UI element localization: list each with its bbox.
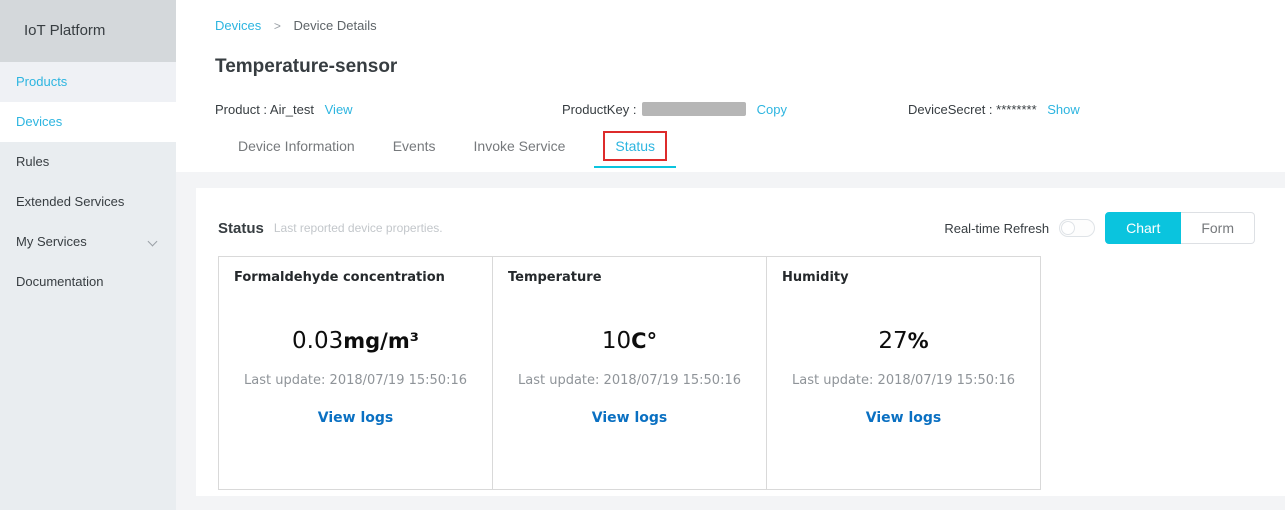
page-title: Temperature-sensor <box>215 56 398 77</box>
card-value: 10C° <box>493 327 766 355</box>
toggle-knob-icon <box>1061 221 1076 235</box>
last-update-time: 2018/07/19 15:50:16 <box>877 373 1015 388</box>
app-window: IoT Platform Products Devices Rules Exte… <box>0 0 1285 510</box>
form-view-button[interactable]: Form <box>1181 212 1255 244</box>
breadcrumb-separator: > <box>273 19 281 33</box>
property-card-formaldehyde: Formaldehyde concentration 0.03mg/m³ Las… <box>218 256 493 490</box>
last-update-label: Last update: <box>518 373 600 388</box>
status-heading: Status <box>218 219 264 237</box>
status-panel: Status Last reported device properties. … <box>196 188 1285 496</box>
value-unit: % <box>907 329 929 353</box>
property-card-temperature: Temperature 10C° Last update: 2018/07/19… <box>492 256 767 490</box>
sidebar-item-label: Devices <box>16 114 63 129</box>
view-logs-link[interactable]: View logs <box>493 410 766 426</box>
product-label: Product : <box>215 102 270 117</box>
sidebar-item-label: Extended Services <box>16 194 125 209</box>
productkey-redacted-value <box>642 102 747 116</box>
sidebar-nav: Products Devices Rules Extended Services… <box>0 62 176 302</box>
sidebar: IoT Platform Products Devices Rules Exte… <box>0 0 176 510</box>
productkey-meta: ProductKey : Copy <box>562 102 787 117</box>
view-logs-link[interactable]: View logs <box>219 410 492 426</box>
sidebar-item-extended-services[interactable]: Extended Services <box>0 182 176 222</box>
view-switcher: Chart Form <box>1105 212 1255 244</box>
breadcrumb: Devices > Device Details <box>215 18 377 33</box>
devicesecret-label: DeviceSecret : <box>908 102 997 117</box>
sidebar-item-label: Rules <box>16 154 50 169</box>
chart-view-button[interactable]: Chart <box>1105 212 1182 244</box>
last-update-time: 2018/07/19 15:50:16 <box>603 373 741 388</box>
sidebar-item-label: My Services <box>16 234 87 249</box>
show-devicesecret-link[interactable]: Show <box>1047 102 1080 117</box>
card-title: Temperature <box>508 270 602 285</box>
value-unit: C° <box>631 329 658 353</box>
panel-controls: Real-time Refresh Chart Form <box>944 212 1255 244</box>
sidebar-item-label: Documentation <box>16 274 104 289</box>
tab-events[interactable]: Events <box>393 138 436 154</box>
sidebar-item-devices[interactable]: Devices <box>0 102 176 142</box>
content-background: Status Last reported device properties. … <box>176 172 1285 510</box>
productkey-label: ProductKey : <box>562 102 641 117</box>
card-last-update: Last update: 2018/07/19 15:50:16 <box>493 373 766 388</box>
tab-status[interactable]: Status <box>603 131 668 161</box>
copy-productkey-link[interactable]: Copy <box>757 102 787 117</box>
device-meta-row: Product : Air_test View ProductKey : Cop… <box>176 102 1285 120</box>
sidebar-item-documentation[interactable]: Documentation <box>0 262 176 302</box>
view-product-link[interactable]: View <box>325 102 353 117</box>
value-number: 0.03 <box>292 328 344 354</box>
status-panel-header: Status Last reported device properties. … <box>196 188 1285 244</box>
last-update-time: 2018/07/19 15:50:16 <box>329 373 467 388</box>
status-subheading: Last reported device properties. <box>273 221 443 235</box>
tab-device-information[interactable]: Device Information <box>238 138 355 154</box>
sidebar-item-my-services[interactable]: My Services <box>0 222 176 262</box>
value-unit: mg/m³ <box>343 329 419 353</box>
breadcrumb-current: Device Details <box>293 18 377 33</box>
device-tabs: Device Information Events Invoke Service… <box>238 131 668 161</box>
devicesecret-value: ******** <box>996 102 1037 117</box>
view-logs-link[interactable]: View logs <box>767 410 1040 426</box>
card-title: Formaldehyde concentration <box>234 270 445 285</box>
card-value: 27% <box>767 327 1040 355</box>
card-last-update: Last update: 2018/07/19 15:50:16 <box>767 373 1040 388</box>
realtime-refresh-label: Real-time Refresh <box>944 220 1050 236</box>
value-number: 10 <box>601 328 632 354</box>
tab-invoke-service[interactable]: Invoke Service <box>474 138 566 154</box>
breadcrumb-devices-link[interactable]: Devices <box>215 18 261 33</box>
card-title: Humidity <box>782 270 849 285</box>
app-title: IoT Platform <box>0 0 176 62</box>
property-cards: Formaldehyde concentration 0.03mg/m³ Las… <box>218 256 1285 490</box>
card-value: 0.03mg/m³ <box>219 327 492 355</box>
product-meta: Product : Air_test View <box>215 102 353 117</box>
value-number: 27 <box>878 328 908 354</box>
product-value: Air_test <box>269 102 314 117</box>
devicesecret-meta: DeviceSecret : ******** Show <box>908 102 1080 117</box>
chevron-down-icon <box>147 236 158 247</box>
property-card-humidity: Humidity 27% Last update: 2018/07/19 15:… <box>766 256 1041 490</box>
last-update-label: Last update: <box>244 373 326 388</box>
realtime-refresh-toggle[interactable] <box>1059 219 1096 237</box>
last-update-label: Last update: <box>792 373 874 388</box>
sidebar-item-label: Products <box>16 74 68 89</box>
main-area: Devices > Device Details Temperature-sen… <box>176 0 1285 510</box>
sidebar-item-products[interactable]: Products <box>0 62 176 102</box>
card-last-update: Last update: 2018/07/19 15:50:16 <box>219 373 492 388</box>
sidebar-item-rules[interactable]: Rules <box>0 142 176 182</box>
